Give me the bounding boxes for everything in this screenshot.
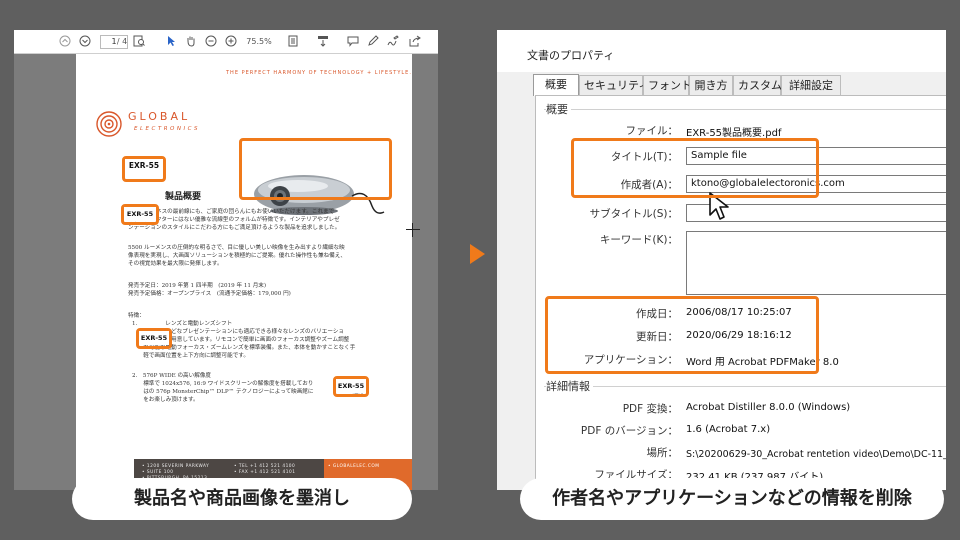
footer-phone: • TEL +1 412 521 4100 • FAX +1 412 521 4… xyxy=(234,464,296,475)
dialog-title: 文書のプロパティ xyxy=(527,49,615,62)
down-icon[interactable] xyxy=(78,35,92,49)
logo-name: GLOBAL xyxy=(128,110,191,123)
footer-website: • GLOBALELEC.COM xyxy=(328,464,380,469)
file-value: EXR-55製品概要.pdf xyxy=(686,128,782,139)
pen-icon[interactable] xyxy=(366,35,380,49)
pdf-toolbar: 1 / 4 75.5% xyxy=(14,30,438,54)
tab-custom[interactable]: カスタム xyxy=(733,75,782,95)
find-icon[interactable] xyxy=(132,35,146,49)
release-price: 発売予定価格：オープンプライス (流通予定価格：179,000 円) xyxy=(128,291,291,297)
document-properties-dialog: 文書のプロパティ 概要 セキュリティ フォント 開き方 カスタム 詳細設定 概要… xyxy=(497,30,946,490)
caption-metadata: 作者名やアプリケーションなどの情報を削除 xyxy=(520,478,944,520)
redaction-intro-label: EXR-55 xyxy=(124,207,156,221)
redaction-feature2-label: EXR-55 xyxy=(336,379,366,393)
highlight-dates-application xyxy=(545,296,819,374)
subject-label: サブタイトル(S)： xyxy=(589,208,678,220)
details-group-title: 詳細情報 xyxy=(546,378,593,394)
select-icon[interactable] xyxy=(164,35,178,49)
overview-divider xyxy=(544,109,946,110)
keywords-field[interactable] xyxy=(686,231,946,295)
zoom-dropdown[interactable]: 75.5% xyxy=(246,35,272,49)
zoom-in-icon[interactable] xyxy=(224,35,238,49)
tab-description[interactable]: 概要 xyxy=(533,74,579,96)
pdf-version-value: 1.6 (Acrobat 7.x) xyxy=(686,424,771,435)
location-value: S:\20200629-30_Acrobat rentetion video\D… xyxy=(686,449,946,460)
tab-security[interactable]: セキュリティ xyxy=(579,75,649,95)
arrow-right-icon xyxy=(470,244,485,264)
tab-advanced[interactable]: 詳細設定 xyxy=(781,75,841,95)
pdf-viewer: 1 / 4 75.5% THE PERFECT HARMONY OF TECHN… xyxy=(14,30,438,490)
redaction-image-box[interactable] xyxy=(239,138,392,200)
producer-value: Acrobat Distiller 8.0.0 (Windows) xyxy=(686,402,851,413)
fit-icon[interactable] xyxy=(286,35,300,49)
product-title-text: 製品概要 xyxy=(165,192,202,202)
crosshair-cursor xyxy=(406,223,420,237)
logo-sub: ELECTRONICS xyxy=(134,126,201,132)
spec-line-3: その視覚効果を最大限に発揮します。 xyxy=(128,261,223,267)
feature1-line-5: 軽で画面位置を上下方向に調整可能です。 xyxy=(132,353,249,359)
global-electronics-logo xyxy=(96,111,122,137)
location-label: 場所： xyxy=(646,447,679,459)
redaction-title-box[interactable]: EXR-55 xyxy=(122,156,166,182)
redaction-intro-box[interactable]: EXR-55 xyxy=(121,204,159,225)
feature2-line-4: をお楽しみ頂けます。 xyxy=(132,397,199,403)
sign-icon[interactable] xyxy=(386,35,400,49)
share-icon[interactable] xyxy=(408,35,422,49)
intro-line-3: ンテーションのスタイルにこだわる方にもご満足頂けるような製品を追求しました。 xyxy=(128,225,341,231)
brand-tagline: THE PERFECT HARMONY OF TECHNOLOGY + LIFE… xyxy=(226,70,412,76)
up-icon[interactable] xyxy=(58,35,72,49)
zoom-out-icon[interactable] xyxy=(204,35,218,49)
hand-icon[interactable] xyxy=(184,35,198,49)
tab-fonts[interactable]: フォント xyxy=(643,75,692,95)
scroll-icon[interactable] xyxy=(316,35,330,49)
redaction-feature2-box[interactable]: EXR-55 xyxy=(333,376,369,397)
comment-icon[interactable] xyxy=(346,35,360,49)
producer-label: PDF 変換： xyxy=(622,403,678,415)
caption-redaction: 製品名や商品画像を墨消し xyxy=(72,478,412,520)
pdf-page: THE PERFECT HARMONY OF TECHNOLOGY + LIFE… xyxy=(76,54,412,490)
dialog-titlebar: 文書のプロパティ xyxy=(497,30,946,72)
highlight-title-author xyxy=(571,138,819,198)
details-divider xyxy=(544,386,946,387)
redaction-title-label: EXR-55 xyxy=(125,159,163,172)
document-area[interactable]: THE PERFECT HARMONY OF TECHNOLOGY + LIFE… xyxy=(14,54,438,490)
page-total: / 4 xyxy=(116,37,128,46)
tab-initial-view[interactable]: 開き方 xyxy=(689,75,733,95)
redaction-feature1-label: EXR-55 xyxy=(139,331,169,345)
keywords-label: キーワード(K)： xyxy=(599,234,678,246)
file-label: ファイル： xyxy=(625,125,679,137)
overview-group-title: 概要 xyxy=(546,101,571,117)
product-title: 製品概要 xyxy=(131,189,201,202)
pdf-version-label: PDF のバージョン： xyxy=(580,425,678,437)
redaction-feature1-box[interactable]: EXR-55 xyxy=(136,328,172,349)
